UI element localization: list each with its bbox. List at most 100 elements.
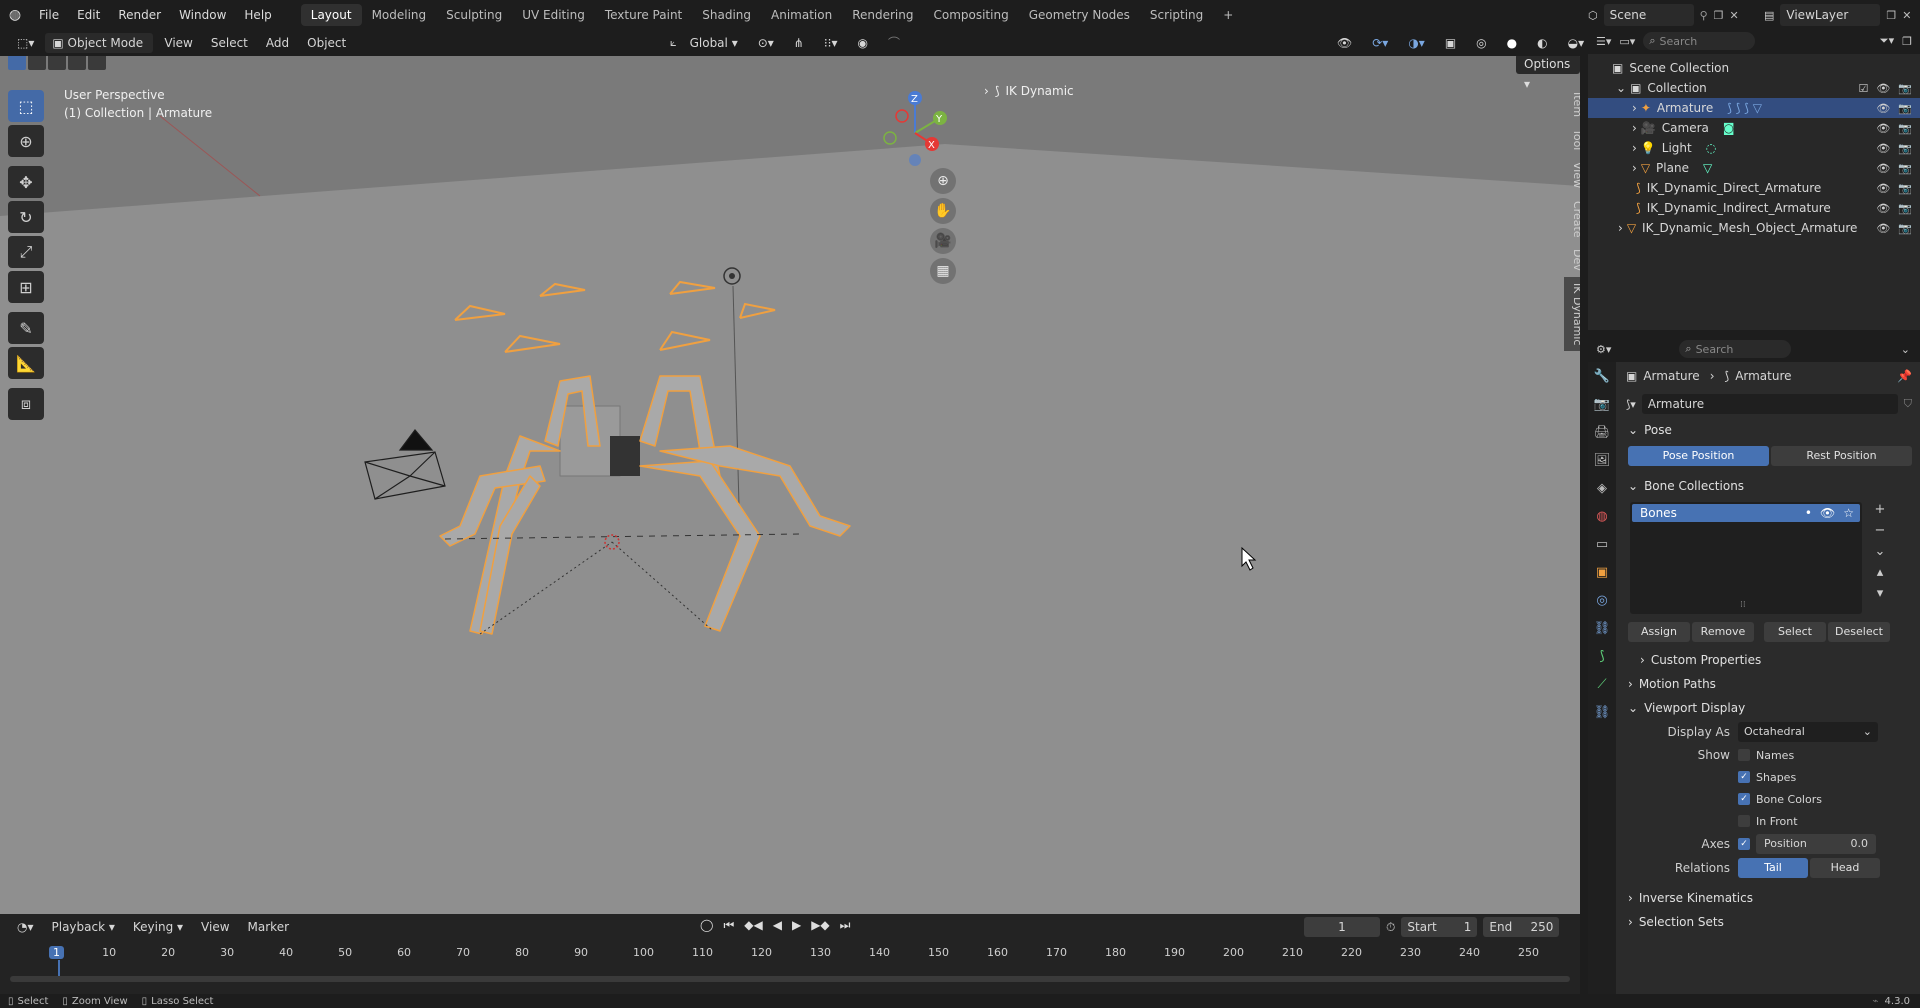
world-tab-icon[interactable]: ◍ — [1588, 502, 1616, 530]
output-tab-icon[interactable]: 🖨 — [1588, 418, 1616, 446]
chevron-down-icon[interactable]: ⌄ — [1875, 544, 1886, 559]
relations-tail-button[interactable]: Tail — [1738, 858, 1808, 878]
filter-icon[interactable]: ⏷▾ — [1880, 34, 1894, 48]
outliner-item-ik-indirect[interactable]: ⟆ IK_Dynamic_Indirect_Armature 👁 📷 — [1588, 198, 1920, 218]
workspace-tab-geometry-nodes[interactable]: Geometry Nodes — [1019, 4, 1140, 26]
select-subtract-icon[interactable] — [48, 56, 66, 70]
deselect-button[interactable]: Deselect — [1828, 622, 1890, 642]
outliner-item-ik-direct[interactable]: ⟆ IK_Dynamic_Direct_Armature 👁 📷 — [1588, 178, 1920, 198]
new-collection-icon[interactable]: ❐ — [1902, 35, 1912, 48]
show-in-front-checkbox[interactable]: In Front — [1738, 815, 1798, 828]
zoom-icon[interactable]: ⊕ — [930, 168, 956, 194]
outliner-item-camera[interactable]: › 🎥 Camera ◙ 👁 📷 — [1588, 118, 1920, 138]
outliner-item-ik-mesh[interactable]: › ▽ IK_Dynamic_Mesh_Object_Armature 👁 📷 — [1588, 218, 1920, 238]
xray-icon[interactable]: ▣ — [1438, 33, 1463, 53]
camera-render-icon[interactable]: 📷 — [1898, 222, 1912, 235]
axes-checkbox[interactable]: ✓ — [1738, 838, 1750, 850]
inverse-kinematics-header[interactable]: › Inverse Kinematics — [1620, 886, 1920, 910]
menu-select[interactable]: Select — [204, 33, 255, 53]
custom-properties-header[interactable]: › Custom Properties — [1620, 648, 1920, 672]
workspace-tab-rendering[interactable]: Rendering — [842, 4, 923, 26]
scene-selector[interactable]: Scene — [1603, 4, 1694, 26]
rest-position-button[interactable]: Rest Position — [1771, 446, 1912, 466]
select-button[interactable]: Select — [1764, 622, 1826, 642]
tab-dev[interactable]: Dev — [1564, 243, 1580, 277]
bone-collection-item-bones[interactable]: Bones • 👁 ☆ — [1632, 504, 1860, 522]
new-viewlayer-icon[interactable]: ❐ — [1886, 9, 1896, 22]
menu-render[interactable]: Render — [109, 0, 170, 30]
camera-view-icon[interactable]: 🎥 — [930, 228, 956, 254]
physics-tab-icon[interactable]: ◎ — [1588, 586, 1616, 614]
camera-render-icon[interactable]: 📷 — [1898, 142, 1912, 155]
add-icon[interactable]: + — [1875, 502, 1886, 517]
checkbox-icon[interactable]: ☑ — [1858, 82, 1868, 95]
select-intersect-icon[interactable] — [88, 56, 106, 70]
wireframe-shading-icon[interactable]: ◎ — [1469, 33, 1493, 53]
cursor-icon[interactable]: ⊕ — [8, 125, 44, 157]
pivot-point-icon[interactable]: ⊙▾ — [751, 33, 781, 53]
rotate-icon[interactable]: ↻ — [8, 201, 44, 233]
select-invert-icon[interactable] — [68, 56, 86, 70]
render-tab-icon[interactable]: 📷 — [1588, 390, 1616, 418]
material-shading-icon[interactable]: ◐ — [1530, 33, 1554, 53]
eye-icon[interactable]: 👁 — [1876, 202, 1890, 215]
move-up-icon[interactable]: ▴ — [1877, 565, 1884, 580]
navigation-gizmo[interactable]: Z Y X — [870, 88, 960, 178]
camera-render-icon[interactable]: 📷 — [1898, 102, 1912, 115]
camera-render-icon[interactable]: 📷 — [1898, 122, 1912, 135]
workspace-tab-texture-paint[interactable]: Texture Paint — [595, 4, 692, 26]
tab-create[interactable]: Create — [1564, 195, 1580, 244]
scene-tab-icon[interactable]: ◈ — [1588, 474, 1616, 502]
delete-scene-icon[interactable]: ✕ — [1730, 9, 1739, 22]
motion-paths-header[interactable]: › Motion Paths — [1620, 672, 1920, 696]
blender-logo-icon[interactable]: ◍ — [0, 7, 30, 23]
overlay-icon[interactable]: ◑▾ — [1401, 33, 1432, 53]
armature-data-name-field[interactable]: Armature — [1641, 394, 1898, 414]
menu-window[interactable]: Window — [170, 0, 235, 30]
eye-icon[interactable]: 👁 — [1876, 82, 1890, 95]
visibility-icon[interactable]: 👁▾ — [1330, 33, 1359, 70]
timeline-scrollbar[interactable] — [10, 976, 1570, 982]
camera-render-icon[interactable]: 📷 — [1898, 82, 1912, 95]
collection-tab-icon[interactable]: ▭ — [1588, 530, 1616, 558]
eye-icon[interactable]: 👁 — [1820, 506, 1835, 520]
relations-head-button[interactable]: Head — [1810, 858, 1880, 878]
ik-dynamic-panel-header[interactable]: › ⟆ IK Dynamic — [984, 84, 1074, 98]
scale-icon[interactable]: ⤢ — [8, 236, 44, 268]
add-cube-icon[interactable]: ⧈ — [8, 388, 44, 420]
snap-icon[interactable]: ⋔ — [787, 33, 811, 53]
camera-render-icon[interactable]: 📷 — [1898, 202, 1912, 215]
outliner-editor-icon[interactable]: ☰▾ — [1596, 35, 1611, 48]
display-as-dropdown[interactable]: Octahedral ⌄ — [1738, 722, 1878, 742]
pin-icon[interactable]: ⚲ — [1700, 9, 1708, 22]
outliner-search-input[interactable]: ⌕ Search — [1643, 32, 1756, 50]
workspace-tab-compositing[interactable]: Compositing — [923, 4, 1018, 26]
delete-viewlayer-icon[interactable]: ✕ — [1902, 9, 1911, 22]
move-icon[interactable]: ✥ — [8, 166, 44, 198]
select-box-icon[interactable]: ⬚ — [8, 90, 44, 122]
eye-icon[interactable]: 👁 — [1876, 122, 1890, 135]
list-resize-handle-icon[interactable]: ⁞⁞ — [1740, 600, 1746, 610]
tab-view[interactable]: View — [1564, 156, 1580, 194]
remove-button[interactable]: Remove — [1692, 622, 1754, 642]
outliner-item-plane[interactable]: › ▽ Plane ▽ 👁 📷 — [1588, 158, 1920, 178]
frame-ruler[interactable]: 1 10 20 30 40 50 60 70 80 90 100 110 120 130 140 150 160… — [0, 914, 1580, 994]
workspace-tab-shading[interactable]: Shading — [692, 4, 761, 26]
pose-position-button[interactable]: Pose Position — [1628, 446, 1769, 466]
rendered-shading-icon[interactable]: ◒▾ — [1561, 33, 1592, 53]
menu-add[interactable]: Add — [259, 33, 296, 53]
perspective-grid-icon[interactable]: ▦ — [930, 258, 956, 284]
armature-data-tab-icon[interactable]: ⟆ — [1588, 642, 1616, 670]
eye-icon[interactable]: 👁 — [1876, 162, 1890, 175]
move-down-icon[interactable]: ▾ — [1877, 586, 1884, 601]
fake-user-shield-icon[interactable]: ⛉ — [1904, 397, 1912, 411]
menu-file[interactable]: File — [30, 0, 68, 30]
workspace-tab-sculpting[interactable]: Sculpting — [436, 4, 512, 26]
outliner-collection[interactable]: ⌄ ▣ Collection ☑ 👁 📷 — [1588, 78, 1920, 98]
workspace-tab-scripting[interactable]: Scripting — [1140, 4, 1213, 26]
display-mode-icon[interactable]: ▭▾ — [1619, 35, 1635, 48]
chevron-down-icon[interactable]: ⌄ — [1901, 343, 1910, 356]
editor-type-icon[interactable]: ⬚▾ — [10, 33, 41, 53]
menu-help[interactable]: Help — [235, 0, 280, 30]
show-names-checkbox[interactable]: Names — [1738, 749, 1794, 762]
